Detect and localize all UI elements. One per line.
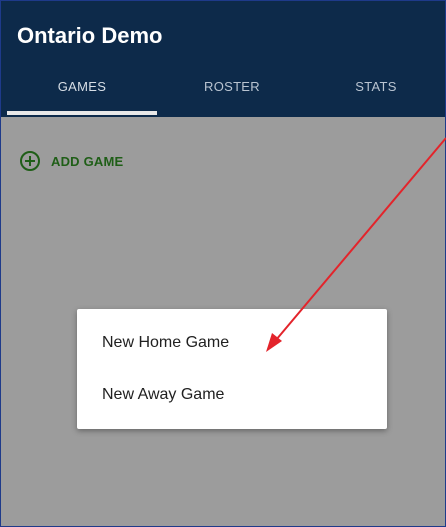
tab-roster[interactable]: ROSTER (157, 65, 307, 117)
menu-item-new-home-game[interactable]: New Home Game (77, 317, 387, 369)
plus-circle-icon (19, 150, 41, 172)
add-game-label: ADD GAME (51, 153, 124, 169)
menu-item-new-away-game[interactable]: New Away Game (77, 369, 387, 421)
new-game-menu: New Home Game New Away Game (77, 309, 387, 429)
active-tab-indicator (7, 111, 157, 115)
tab-games[interactable]: GAMES (7, 65, 157, 117)
app-screen: Ontario Demo GAMES ROSTER STATS ADD GAME… (0, 0, 446, 527)
add-game-button[interactable]: ADD GAME (19, 149, 123, 173)
tab-bar: GAMES ROSTER STATS (1, 65, 445, 117)
app-bar: Ontario Demo GAMES ROSTER STATS (1, 1, 445, 117)
app-title: Ontario Demo (17, 23, 163, 48)
tab-stats[interactable]: STATS (307, 65, 445, 117)
